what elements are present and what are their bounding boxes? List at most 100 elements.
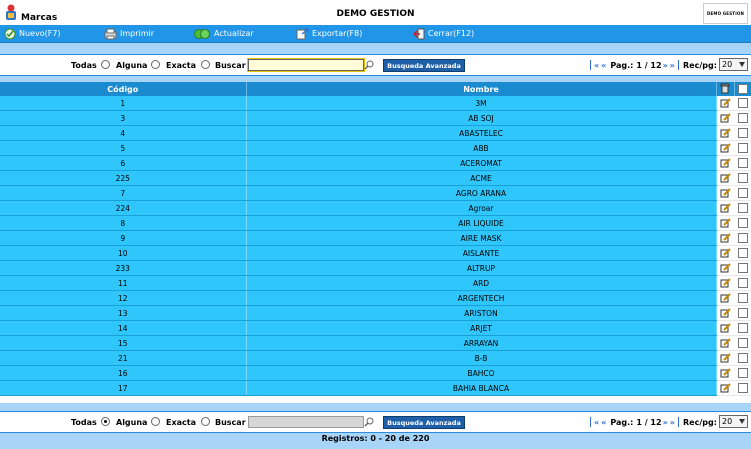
row-checkbox[interactable] xyxy=(737,128,748,138)
select-all-checkbox[interactable] xyxy=(737,84,748,94)
edit-icon[interactable] xyxy=(720,248,731,258)
delete-icon[interactable] xyxy=(720,83,730,94)
pager-divider xyxy=(590,417,591,427)
edit-icon[interactable] xyxy=(720,278,731,288)
opt-exact-radio[interactable] xyxy=(201,417,210,426)
table-row[interactable]: 1 3M xyxy=(0,96,751,111)
table-row[interactable]: 233 ALTRUP xyxy=(0,260,751,276)
row-checkbox[interactable] xyxy=(737,98,748,108)
table-row[interactable]: 14 ARJET xyxy=(0,320,751,336)
row-checkbox[interactable] xyxy=(737,113,748,123)
row-checkbox[interactable] xyxy=(737,323,748,333)
row-checkbox[interactable] xyxy=(737,188,748,198)
row-checkbox[interactable] xyxy=(737,308,748,318)
print-button[interactable]: Imprimir xyxy=(104,27,154,40)
row-checkbox[interactable] xyxy=(737,338,748,348)
cell-select xyxy=(734,380,751,396)
new-button[interactable]: Nuevo(F7) xyxy=(4,27,61,40)
edit-icon[interactable] xyxy=(720,218,731,228)
opt-any-label: Alguna xyxy=(116,418,148,427)
table-row[interactable]: 224 Agroar xyxy=(0,200,751,216)
last-page-icon[interactable]: » xyxy=(670,418,675,427)
edit-icon[interactable] xyxy=(720,128,731,138)
edit-icon[interactable] xyxy=(720,188,731,198)
opt-all-radio[interactable] xyxy=(101,60,110,69)
search-icon[interactable] xyxy=(364,60,374,70)
edit-icon[interactable] xyxy=(720,263,731,273)
search-input[interactable] xyxy=(248,59,364,71)
export-button[interactable]: Exportar(F8) xyxy=(296,27,362,40)
table-row[interactable]: 10 AISLANTE xyxy=(0,245,751,261)
last-page-icon[interactable]: » xyxy=(670,61,675,70)
table-row[interactable]: 11 ARD xyxy=(0,275,751,291)
row-checkbox[interactable] xyxy=(737,173,748,183)
cell-select xyxy=(734,230,751,246)
table-row[interactable]: 3 AB SOJ xyxy=(0,110,751,126)
recpg-select[interactable]: 20 xyxy=(719,58,748,71)
edit-icon[interactable] xyxy=(720,323,731,333)
row-checkbox[interactable] xyxy=(737,218,748,228)
advanced-search-button[interactable]: Busqueda Avanzada xyxy=(383,416,465,429)
close-button[interactable]: Cerrar(F12) xyxy=(413,27,474,40)
next-page-icon[interactable]: » xyxy=(663,61,668,70)
opt-exact-radio[interactable] xyxy=(201,60,210,69)
col-header-name[interactable]: Nombre xyxy=(246,82,717,96)
cell-actions xyxy=(716,140,734,156)
edit-icon[interactable] xyxy=(720,293,731,303)
edit-icon[interactable] xyxy=(720,158,731,168)
edit-icon[interactable] xyxy=(720,98,731,108)
row-checkbox[interactable] xyxy=(737,248,748,258)
table-row[interactable]: 15 ARRAYAN xyxy=(0,335,751,351)
row-checkbox[interactable] xyxy=(737,203,748,213)
row-checkbox[interactable] xyxy=(737,158,748,168)
search-input[interactable] xyxy=(248,416,364,428)
recpg-select[interactable]: 20 xyxy=(719,415,748,428)
prev-page-icon[interactable]: « xyxy=(601,61,606,70)
table-row[interactable]: 5 ABB xyxy=(0,140,751,156)
table-row[interactable]: 4 ABASTELEC xyxy=(0,125,751,141)
next-page-icon[interactable]: » xyxy=(663,418,668,427)
table-row[interactable]: 7 AGRO ARANA xyxy=(0,185,751,201)
advanced-search-button[interactable]: Busqueda Avanzada xyxy=(383,59,465,72)
row-checkbox[interactable] xyxy=(737,293,748,303)
row-checkbox[interactable] xyxy=(737,353,748,363)
edit-icon[interactable] xyxy=(720,383,731,393)
opt-all-radio[interactable] xyxy=(101,417,110,426)
table-row[interactable]: 9 AIRE MASK xyxy=(0,230,751,246)
edit-icon[interactable] xyxy=(720,368,731,378)
edit-icon[interactable] xyxy=(720,143,731,153)
table-row[interactable]: 21 B-B xyxy=(0,350,751,366)
row-checkbox[interactable] xyxy=(737,233,748,243)
edit-icon[interactable] xyxy=(720,338,731,348)
table-row[interactable]: 6 ACEROMAT xyxy=(0,155,751,171)
export-icon xyxy=(296,27,309,39)
cell-select xyxy=(734,185,751,201)
opt-any-radio[interactable] xyxy=(151,60,160,69)
first-page-icon[interactable]: « xyxy=(594,418,599,427)
edit-icon[interactable] xyxy=(720,203,731,213)
opt-any-radio[interactable] xyxy=(151,417,160,426)
edit-icon[interactable] xyxy=(720,353,731,363)
search-icon[interactable] xyxy=(364,417,374,427)
table-row[interactable]: 13 ARISTON xyxy=(0,305,751,321)
first-page-icon[interactable]: « xyxy=(594,61,599,70)
refresh-button[interactable]: Actualizar xyxy=(193,27,254,40)
prev-page-icon[interactable]: « xyxy=(601,418,606,427)
table-row[interactable]: 12 ARGENTECH xyxy=(0,290,751,306)
edit-icon[interactable] xyxy=(720,173,731,183)
records-status: Registros: 0 - 20 de 220 xyxy=(321,434,430,443)
cell-code: 8 xyxy=(0,215,247,231)
row-checkbox[interactable] xyxy=(737,368,748,378)
table-row[interactable]: 16 BAHCO xyxy=(0,365,751,381)
edit-icon[interactable] xyxy=(720,233,731,243)
col-header-code[interactable]: Código xyxy=(0,82,247,96)
table-row[interactable]: 8 AIR LIQUIDE xyxy=(0,215,751,231)
row-checkbox[interactable] xyxy=(737,278,748,288)
row-checkbox[interactable] xyxy=(737,143,748,153)
row-checkbox[interactable] xyxy=(737,263,748,273)
edit-icon[interactable] xyxy=(720,308,731,318)
table-row[interactable]: 17 BAHIA BLANCA xyxy=(0,380,751,396)
table-row[interactable]: 225 ACME xyxy=(0,170,751,186)
edit-icon[interactable] xyxy=(720,113,731,123)
row-checkbox[interactable] xyxy=(737,383,748,393)
